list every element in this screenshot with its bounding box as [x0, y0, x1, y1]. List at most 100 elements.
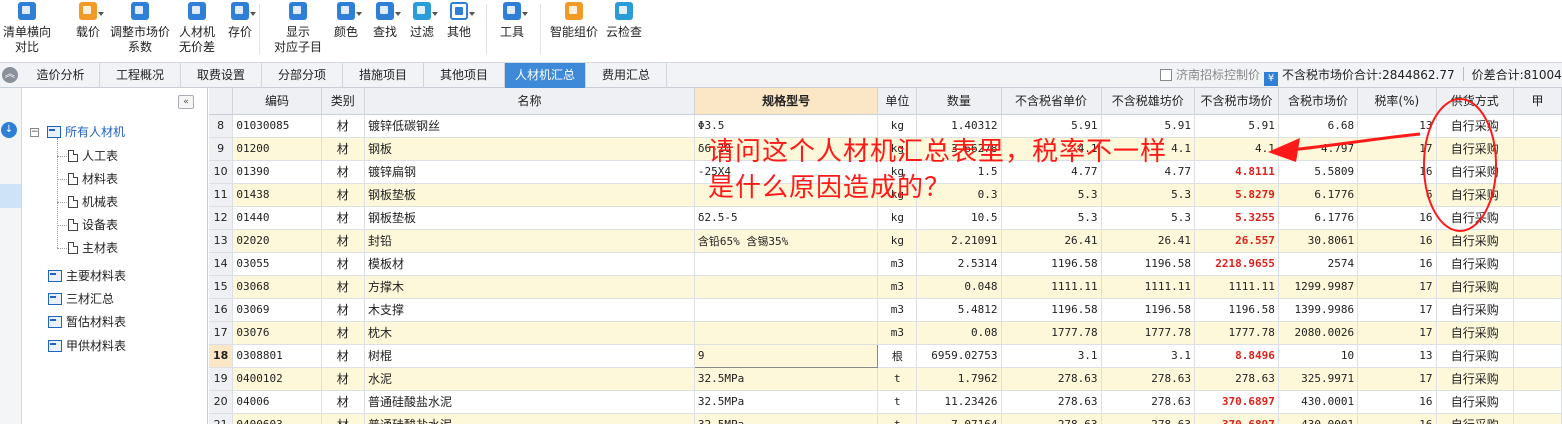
cell-supply[interactable]: 自行采购 [1436, 183, 1515, 207]
cell-code[interactable]: 0400603 [232, 413, 322, 424]
cell-p4[interactable]: 10 [1278, 344, 1359, 368]
cell-p3[interactable]: 1111.11 [1194, 275, 1279, 299]
cell-p1[interactable]: 1777.78 [1001, 321, 1102, 345]
cell-tax[interactable]: 13 [1357, 114, 1437, 138]
cell-cat[interactable]: 材 [321, 367, 366, 391]
horizontal-compare-button[interactable]: 清单横向 对比 [0, 0, 55, 56]
cell-p2[interactable]: 26.41 [1101, 229, 1196, 253]
cell-p1[interactable]: 1111.11 [1001, 275, 1102, 299]
table-row[interactable]: 12 01440 材钢板垫板 δ2.5-5 kg 10.5 5.3 5.3 5.3255 6.17… [209, 206, 1562, 230]
color-button[interactable]: 颜色 [328, 0, 364, 56]
collapse-up-icon[interactable]: ︽ [2, 67, 18, 83]
column-header[interactable]: 供货方式 [1436, 88, 1515, 115]
cell-qty[interactable]: 7.07164 [916, 413, 1002, 424]
cell-cat[interactable]: 材 [321, 252, 366, 276]
cell-tax[interactable]: 16 [1357, 229, 1437, 253]
cell-name[interactable]: 镀锌低碳钢丝 [364, 114, 695, 138]
tree-item-labor[interactable]: 人工表 [68, 146, 118, 166]
cell-spec[interactable]: 32.5MPa [694, 367, 879, 391]
cell-spec[interactable]: δ2.5-5 [694, 206, 879, 230]
arrow-down-icon[interactable]: ↓ [1, 122, 17, 138]
cell-p2[interactable]: 278.63 [1101, 390, 1196, 414]
cell-p2[interactable]: 1111.11 [1101, 275, 1196, 299]
table-row[interactable]: 18 0308801 材树棍 9 根 6959.02753 3.1 3.1 8.8496 10 13… [209, 343, 1562, 368]
cell-code[interactable]: 03068 [232, 275, 322, 299]
save-price-button[interactable]: 存价 [223, 0, 257, 56]
cell-p2[interactable]: 278.63 [1101, 367, 1196, 391]
filter-button[interactable]: 过滤 [404, 0, 440, 56]
column-header[interactable]: 不含税雄坊价 [1101, 88, 1196, 115]
cell-supply[interactable]: 自行采购 [1436, 413, 1515, 424]
tools-button[interactable]: 工具 [494, 0, 530, 56]
cell-spec[interactable] [694, 275, 879, 299]
cell-supply[interactable]: 自行采购 [1436, 137, 1515, 161]
cell-tax[interactable]: 17 [1357, 137, 1437, 161]
cell-cat[interactable]: 材 [321, 275, 366, 299]
cell-owner-supplied[interactable] [1513, 229, 1562, 253]
cell-p3[interactable]: 5.8279 [1194, 183, 1279, 207]
cell-p4[interactable]: 30.8061 [1278, 229, 1359, 253]
cell-tax[interactable]: 17 [1357, 298, 1437, 322]
cell-p3[interactable]: 1777.78 [1194, 321, 1279, 345]
cell-p3[interactable]: 4.1 [1194, 137, 1279, 161]
adjust-market-coef-button[interactable]: 调整市场价 系数 [108, 0, 172, 56]
left-strip-selected[interactable] [0, 184, 21, 208]
cell-code[interactable]: 01200 [232, 137, 322, 161]
cell-p4[interactable]: 6.68 [1278, 114, 1359, 138]
cell-name[interactable]: 水泥 [364, 367, 695, 391]
cell-tax[interactable]: 16 [1357, 160, 1437, 184]
cell-code[interactable]: 01440 [232, 206, 322, 230]
column-header[interactable]: 编码 [232, 88, 322, 115]
row-number[interactable]: 18 [209, 344, 234, 368]
cell-owner-supplied[interactable] [1513, 275, 1562, 299]
cell-name[interactable]: 方撑木 [364, 275, 695, 299]
column-header[interactable]: 名称 [364, 88, 695, 115]
table-row[interactable]: 15 03068 材方撑木 m3 0.048 1111.11 1111.11 1111.11 1… [209, 275, 1562, 299]
cell-tax[interactable]: 13 [1357, 344, 1437, 368]
tree-item-main-material[interactable]: 主材表 [68, 238, 118, 258]
row-number[interactable]: 12 [209, 206, 234, 230]
cell-name[interactable]: 封铅 [364, 229, 695, 253]
cell-owner-supplied[interactable] [1513, 252, 1562, 276]
cell-p4[interactable]: 430.0001 [1278, 390, 1359, 414]
cell-p2[interactable]: 5.3 [1101, 206, 1196, 230]
cell-code[interactable]: 03069 [232, 298, 322, 322]
cell-p2[interactable]: 1196.58 [1101, 252, 1196, 276]
cell-tax[interactable]: 6 [1357, 183, 1437, 207]
cell-supply[interactable]: 自行采购 [1436, 390, 1515, 414]
cell-unit[interactable]: t [877, 390, 918, 414]
cell-tax[interactable]: 17 [1357, 367, 1437, 391]
row-number[interactable]: 17 [209, 321, 234, 345]
cell-spec[interactable] [694, 298, 879, 322]
table-row[interactable]: 19 0400102 材水泥 32.5MPa t 1.7962 278.63 278.63 27… [209, 367, 1562, 391]
cell-qty[interactable]: 11.23426 [916, 390, 1002, 414]
cell-p1[interactable]: 3.1 [1001, 344, 1102, 368]
cell-name[interactable]: 钢板垫板 [364, 206, 695, 230]
row-number[interactable]: 14 [209, 252, 234, 276]
cell-tax[interactable]: 17 [1357, 275, 1437, 299]
cell-code[interactable]: 04006 [232, 390, 322, 414]
cell-unit[interactable]: 根 [877, 344, 918, 368]
cell-tax[interactable]: 16 [1357, 390, 1437, 414]
cell-qty[interactable]: 6959.02753 [916, 344, 1002, 368]
cell-p2[interactable]: 1196.58 [1101, 298, 1196, 322]
tree-item-three-materials[interactable]: 三材汇总 [48, 289, 114, 309]
cell-name[interactable]: 普通硅酸盐水泥 [364, 413, 695, 424]
cell-cat[interactable]: 材 [321, 413, 366, 424]
cell-unit[interactable]: kg [877, 206, 918, 230]
tab-measure-items[interactable]: 措施项目 [343, 63, 424, 88]
cell-p4[interactable]: 1299.9987 [1278, 275, 1359, 299]
cell-cat[interactable]: 材 [321, 206, 366, 230]
cell-p3[interactable]: 26.557 [1194, 229, 1279, 253]
tree-item-provisional-materials[interactable]: 暂估材料表 [48, 312, 126, 332]
row-number[interactable]: 20 [209, 390, 234, 414]
cell-unit[interactable]: t [877, 367, 918, 391]
cell-p4[interactable]: 430.0001 [1278, 413, 1359, 424]
cell-owner-supplied[interactable] [1513, 367, 1562, 391]
tree-item-machinery[interactable]: 机械表 [68, 192, 118, 212]
cell-supply[interactable]: 自行采购 [1436, 344, 1515, 368]
cell-name[interactable]: 钢板 [364, 137, 695, 161]
cell-supply[interactable]: 自行采购 [1436, 321, 1515, 345]
cell-owner-supplied[interactable] [1513, 206, 1562, 230]
cell-owner-supplied[interactable] [1513, 114, 1562, 138]
